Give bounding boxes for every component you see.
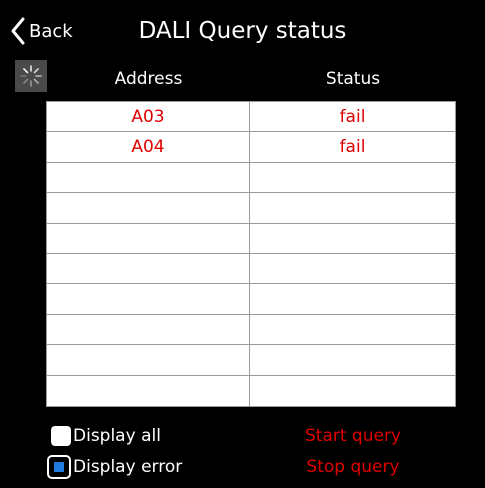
status-cell: fail: [339, 106, 366, 127]
display-all-label: Display all: [73, 426, 161, 446]
table-row[interactable]: A04 fail: [47, 132, 455, 163]
address-cell: [47, 162, 250, 193]
address-cell: A04: [47, 132, 250, 162]
column-header-address: Address: [114, 69, 183, 89]
status-cell: [250, 254, 455, 283]
column-header-status: Status: [325, 69, 381, 89]
status-cell: [250, 224, 455, 253]
address-cell: [47, 375, 250, 406]
address-cell: [47, 223, 250, 253]
back-label: Back: [29, 20, 73, 42]
address-cell: [47, 253, 250, 284]
status-cell: [250, 376, 455, 406]
table-row[interactable]: [47, 284, 455, 315]
loading-spinner: [15, 60, 47, 92]
status-cell: [250, 284, 455, 313]
status-cell: [250, 345, 455, 374]
address-cell: [47, 284, 250, 314]
table-row[interactable]: [47, 375, 455, 406]
table-row[interactable]: [47, 223, 455, 254]
checkbox-checked-mark: [54, 462, 64, 472]
status-cell: fail: [339, 137, 366, 158]
address-cell: A03: [47, 102, 250, 132]
display-all-checkbox[interactable]: [51, 426, 71, 446]
spinner-icon: [20, 65, 42, 87]
address-cell: [47, 193, 250, 223]
display-error-label: Display error: [73, 457, 183, 477]
status-cell: [250, 315, 455, 344]
display-error-option[interactable]: Display error: [47, 455, 182, 479]
table-row[interactable]: A03 fail: [47, 102, 455, 133]
back-button[interactable]: Back: [10, 14, 73, 48]
start-query-button[interactable]: Start query: [250, 426, 456, 446]
chevron-left-icon: [11, 17, 25, 45]
display-error-checkbox[interactable]: [47, 455, 71, 479]
table-row[interactable]: [47, 345, 455, 376]
display-all-option[interactable]: Display all: [47, 424, 161, 448]
query-status-table: A03 fail A04 fail: [46, 101, 456, 407]
table-row[interactable]: [47, 162, 455, 194]
address-cell: [47, 314, 250, 345]
status-cell: [250, 163, 455, 192]
table-row[interactable]: [47, 193, 455, 224]
table-row[interactable]: [47, 253, 455, 285]
stop-query-button[interactable]: Stop query: [250, 457, 456, 477]
address-cell: [47, 345, 250, 375]
status-cell: [250, 193, 455, 222]
table-row[interactable]: [47, 314, 455, 346]
